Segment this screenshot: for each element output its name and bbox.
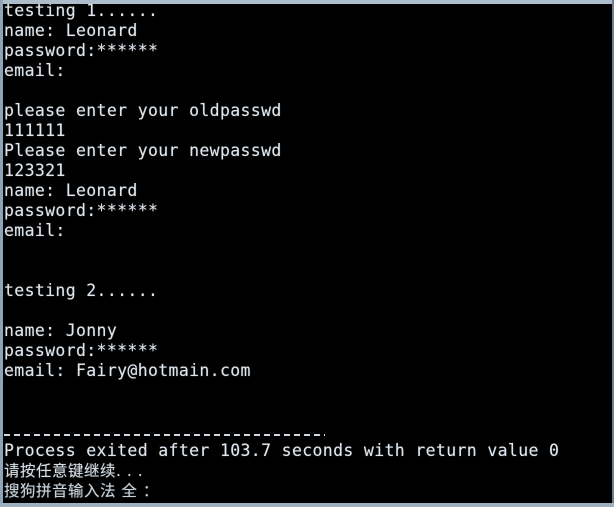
dashed-separator-rule (4, 434, 325, 436)
console-line-blank-2 (3, 241, 612, 261)
console-line-user1-name: name: Leonard (4, 21, 138, 40)
dashed-separator (3, 421, 612, 441)
console-line-prompt-newpasswd: Please enter your newpasswd (4, 141, 282, 160)
console-line-testing-1-header: testing 1...... (4, 4, 159, 20)
console-line-blank-1 (3, 81, 612, 101)
console-line-user2-name: name: Jonny (4, 321, 118, 340)
console-line-testing-2-header: testing 2...... (4, 281, 159, 300)
console-line-user1-password: password:****** (4, 41, 159, 60)
console-line-blank-3 (3, 261, 612, 281)
console-line-input-oldpasswd: 111111 (4, 121, 66, 140)
press-any-key-prompt: 请按任意键继续. . . (4, 462, 144, 480)
console-line-blank-5 (3, 381, 612, 401)
window-edge-bottom (0, 503, 614, 507)
console-line-blank-6 (3, 401, 612, 421)
console-line-user1-name-after: name: Leonard (4, 181, 138, 200)
console-line-user1-email-after: email: (4, 221, 66, 240)
console-window[interactable]: testing 1...... name: Leonard password:*… (0, 0, 614, 507)
console-screen[interactable]: testing 1...... name: Leonard password:*… (3, 4, 612, 503)
console-line-input-newpasswd: 123321 (4, 161, 66, 180)
console-line-user2-email: email: Fairy@hotmain.com (4, 361, 251, 380)
console-line-user1-password-after: password:****** (4, 201, 159, 220)
console-line-user2-password: password:****** (4, 341, 159, 360)
ime-status-bar: 搜狗拼音输入法 全 ： (4, 482, 159, 500)
console-line-blank-4 (3, 301, 612, 321)
console-line-prompt-oldpasswd: please enter your oldpasswd (4, 101, 282, 120)
process-exit-message: Process exited after 103.7 seconds with … (4, 441, 560, 460)
console-line-user1-email: email: (4, 61, 66, 80)
